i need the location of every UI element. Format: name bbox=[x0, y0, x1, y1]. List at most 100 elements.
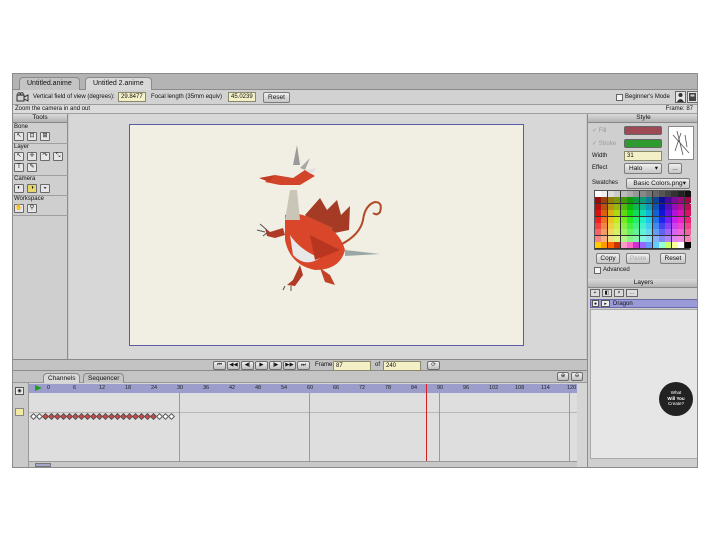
color-swatch[interactable] bbox=[595, 242, 601, 249]
color-swatch[interactable] bbox=[633, 197, 640, 204]
color-swatch[interactable] bbox=[652, 203, 659, 210]
reset-style-button[interactable]: Reset bbox=[660, 253, 686, 264]
next-frame-icon[interactable]: |▶ bbox=[269, 361, 282, 370]
color-swatch[interactable] bbox=[614, 242, 621, 249]
advanced-checkbox[interactable] bbox=[594, 267, 601, 274]
color-swatch[interactable] bbox=[665, 203, 672, 210]
focal-length-input[interactable]: 45.0239 bbox=[228, 92, 256, 102]
layer-scale-icon[interactable]: ⤡ bbox=[53, 152, 63, 161]
magnify-icon[interactable]: ⚲ bbox=[27, 204, 37, 213]
add-layer-icon[interactable]: + bbox=[590, 289, 600, 297]
color-swatch[interactable] bbox=[633, 229, 640, 236]
color-swatch[interactable] bbox=[627, 203, 633, 210]
bone-select-icon[interactable]: ↖ bbox=[14, 132, 24, 141]
color-swatch[interactable] bbox=[620, 216, 627, 223]
color-swatch[interactable] bbox=[639, 203, 646, 210]
color-swatch[interactable] bbox=[601, 191, 608, 197]
color-swatch[interactable] bbox=[652, 210, 659, 217]
color-swatch[interactable] bbox=[595, 223, 601, 229]
hand-icon[interactable]: ✋ bbox=[14, 204, 24, 213]
prev-keyframe-icon[interactable]: ◀◀ bbox=[227, 361, 240, 370]
tab-sequencer[interactable]: Sequencer bbox=[83, 373, 125, 383]
color-swatch[interactable] bbox=[633, 216, 640, 223]
color-swatch[interactable] bbox=[646, 197, 653, 204]
camera-zoom-icon[interactable]: ◐ bbox=[14, 184, 24, 193]
color-swatch[interactable] bbox=[646, 223, 653, 229]
reset-camera-button[interactable]: Reset bbox=[263, 92, 290, 103]
keyframe-marker[interactable] bbox=[167, 412, 176, 421]
fov-input[interactable]: 29.8477 bbox=[118, 92, 146, 102]
color-swatch[interactable] bbox=[652, 197, 659, 204]
fill-checkbox-label[interactable]: ✓ Fill bbox=[592, 127, 606, 134]
color-swatch[interactable] bbox=[633, 203, 640, 210]
color-swatch[interactable] bbox=[684, 203, 691, 210]
last-frame-icon[interactable]: ⏭ bbox=[297, 361, 310, 370]
delete-layer-icon[interactable]: × bbox=[614, 289, 624, 297]
next-keyframe-icon[interactable]: ▶▶ bbox=[283, 361, 296, 370]
color-swatch[interactable] bbox=[627, 229, 633, 236]
color-swatch[interactable] bbox=[671, 191, 678, 197]
dragon-keyframe-track[interactable] bbox=[29, 412, 177, 421]
color-swatch[interactable] bbox=[633, 210, 640, 217]
color-swatch[interactable] bbox=[659, 203, 665, 210]
color-swatch[interactable] bbox=[627, 210, 633, 217]
color-swatch[interactable] bbox=[627, 216, 633, 223]
color-swatch[interactable] bbox=[652, 229, 659, 236]
color-swatch[interactable] bbox=[671, 216, 678, 223]
color-swatch[interactable] bbox=[620, 229, 627, 236]
color-swatch[interactable] bbox=[633, 235, 640, 242]
color-swatch[interactable] bbox=[678, 203, 685, 210]
color-swatch[interactable] bbox=[614, 203, 621, 210]
layer-row-dragon[interactable]: ● ▸ Dragon bbox=[590, 299, 697, 308]
color-swatch[interactable] bbox=[671, 210, 678, 217]
color-swatch[interactable] bbox=[627, 197, 633, 204]
color-swatch[interactable] bbox=[601, 235, 608, 242]
color-swatch[interactable] bbox=[639, 191, 646, 197]
color-swatch[interactable] bbox=[659, 229, 665, 236]
color-swatch[interactable] bbox=[601, 229, 608, 236]
timeline-zoom-in-icon[interactable]: ⊕ bbox=[557, 372, 569, 381]
color-swatch[interactable] bbox=[607, 197, 614, 204]
color-swatch[interactable] bbox=[659, 223, 665, 229]
color-swatch[interactable] bbox=[659, 242, 665, 249]
prev-frame-icon[interactable]: ◀| bbox=[241, 361, 254, 370]
color-swatch[interactable] bbox=[659, 197, 665, 204]
layer-options-button[interactable]: ... bbox=[626, 289, 638, 297]
color-swatch[interactable] bbox=[665, 191, 672, 197]
color-swatch[interactable] bbox=[646, 203, 653, 210]
color-swatch[interactable] bbox=[639, 197, 646, 204]
play-icon[interactable]: ▶ bbox=[255, 361, 268, 370]
color-swatch[interactable] bbox=[652, 216, 659, 223]
layer-visibility-icon[interactable]: ● bbox=[592, 300, 599, 307]
timeline-tracks[interactable] bbox=[29, 393, 577, 461]
dragon-character[interactable] bbox=[245, 140, 395, 310]
color-swatch[interactable] bbox=[620, 242, 627, 249]
color-swatch[interactable] bbox=[652, 242, 659, 249]
color-swatch[interactable] bbox=[607, 216, 614, 223]
folder-icon[interactable] bbox=[15, 408, 24, 416]
color-swatch[interactable] bbox=[601, 210, 608, 217]
camera-pan-icon[interactable]: ◒ bbox=[40, 184, 50, 193]
color-swatch[interactable] bbox=[639, 235, 646, 242]
stroke-color-swatch[interactable] bbox=[624, 139, 662, 148]
paste-button[interactable]: Paste bbox=[626, 253, 650, 264]
color-swatch[interactable] bbox=[665, 229, 672, 236]
color-swatch[interactable] bbox=[646, 210, 653, 217]
tab-untitled[interactable]: Untitled.anime bbox=[19, 77, 80, 90]
color-swatch[interactable] bbox=[665, 216, 672, 223]
color-swatch[interactable] bbox=[652, 191, 659, 197]
swatches-dropdown[interactable]: Basic Colors.png ▾ bbox=[626, 178, 690, 189]
color-swatch[interactable] bbox=[620, 203, 627, 210]
color-swatch[interactable] bbox=[646, 235, 653, 242]
bone-rotate-icon[interactable]: ⊞ bbox=[40, 132, 50, 141]
color-swatch[interactable] bbox=[639, 242, 646, 249]
color-swatch[interactable] bbox=[646, 242, 653, 249]
what-will-you-create-badge[interactable]: What Will You Create? bbox=[659, 382, 693, 416]
beginners-mode-checkbox[interactable] bbox=[616, 94, 623, 101]
color-swatch[interactable] bbox=[646, 216, 653, 223]
color-swatch[interactable] bbox=[620, 235, 627, 242]
color-swatch[interactable] bbox=[646, 229, 653, 236]
color-swatch[interactable] bbox=[639, 216, 646, 223]
color-swatch[interactable] bbox=[671, 235, 678, 242]
color-swatch[interactable] bbox=[595, 235, 601, 242]
